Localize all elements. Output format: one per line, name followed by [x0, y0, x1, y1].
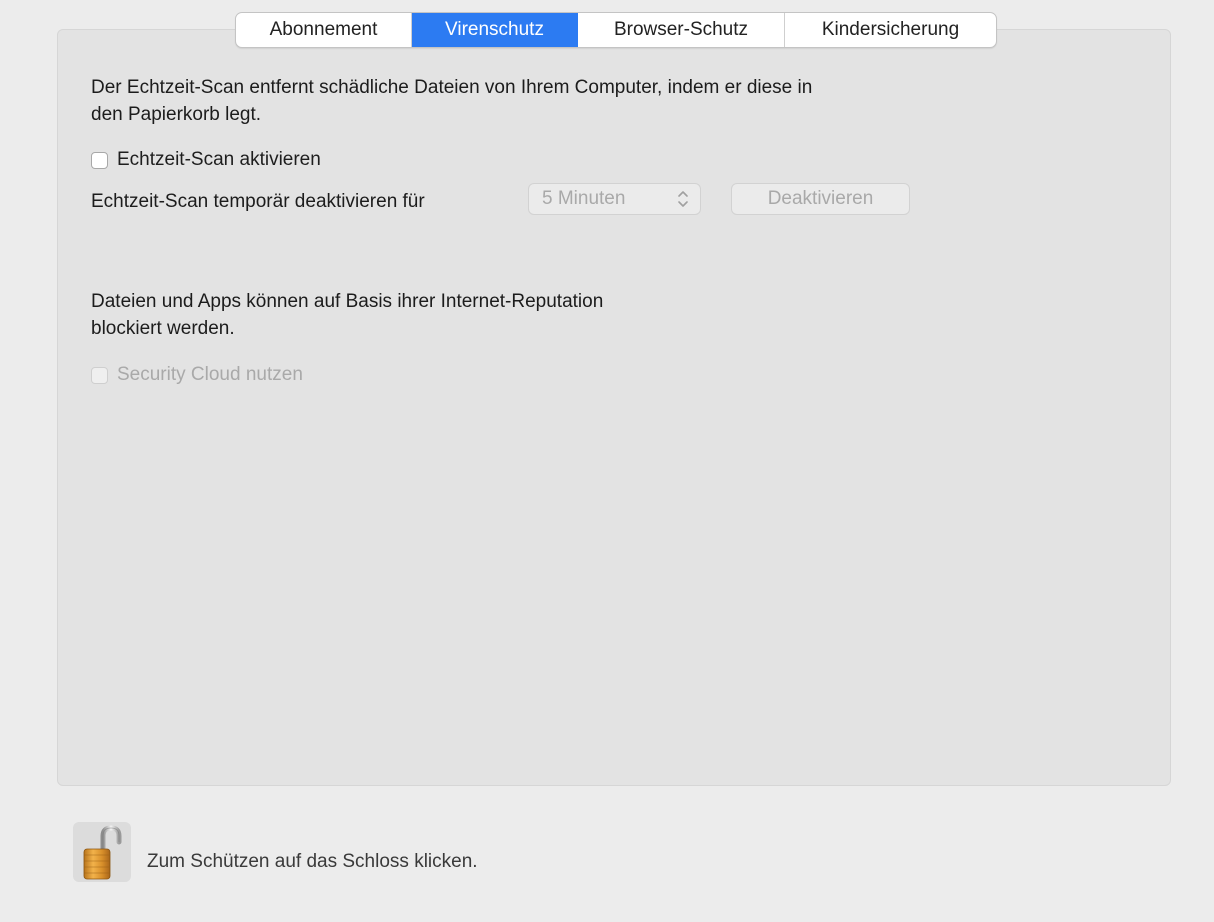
unlocked-padlock-icon [83, 825, 122, 880]
realtime-enable-label[interactable]: Echtzeit-Scan aktivieren [117, 149, 321, 171]
lock-button[interactable] [73, 822, 131, 882]
tab-browser-schutz[interactable]: Browser-Schutz [578, 13, 785, 47]
reputation-description-line1: Dateien und Apps können auf Basis ihrer … [91, 291, 604, 312]
tab-virenschutz[interactable]: Virenschutz [412, 13, 578, 47]
tab-bar: Abonnement Virenschutz Browser-Schutz Ki… [235, 12, 997, 48]
deactivate-button[interactable]: Deaktivieren [731, 183, 910, 215]
reputation-description-line2: blockiert werden. [91, 318, 235, 339]
security-cloud-checkbox[interactable] [91, 366, 108, 384]
realtime-description-line2: den Papierkorb legt. [91, 104, 262, 125]
lock-hint-text: Zum Schützen auf das Schloss klicken. [147, 851, 478, 872]
updown-chevron-icon [678, 191, 688, 207]
realtime-enable-checkbox[interactable] [91, 151, 108, 169]
tab-abonnement[interactable]: Abonnement [236, 13, 412, 47]
security-cloud-label[interactable]: Security Cloud nutzen [117, 364, 303, 386]
settings-panel [57, 29, 1171, 786]
tab-kindersicherung[interactable]: Kindersicherung [785, 13, 996, 47]
security-cloud-row[interactable]: Security Cloud nutzen [91, 364, 303, 386]
temp-disable-label: Echtzeit-Scan temporär deaktivieren für [91, 191, 425, 212]
realtime-enable-row[interactable]: Echtzeit-Scan aktivieren [91, 149, 321, 171]
realtime-description-line1: Der Echtzeit-Scan entfernt schädliche Da… [91, 77, 813, 98]
duration-select-value: 5 Minuten [542, 188, 626, 209]
duration-select[interactable]: 5 Minuten [528, 183, 701, 215]
